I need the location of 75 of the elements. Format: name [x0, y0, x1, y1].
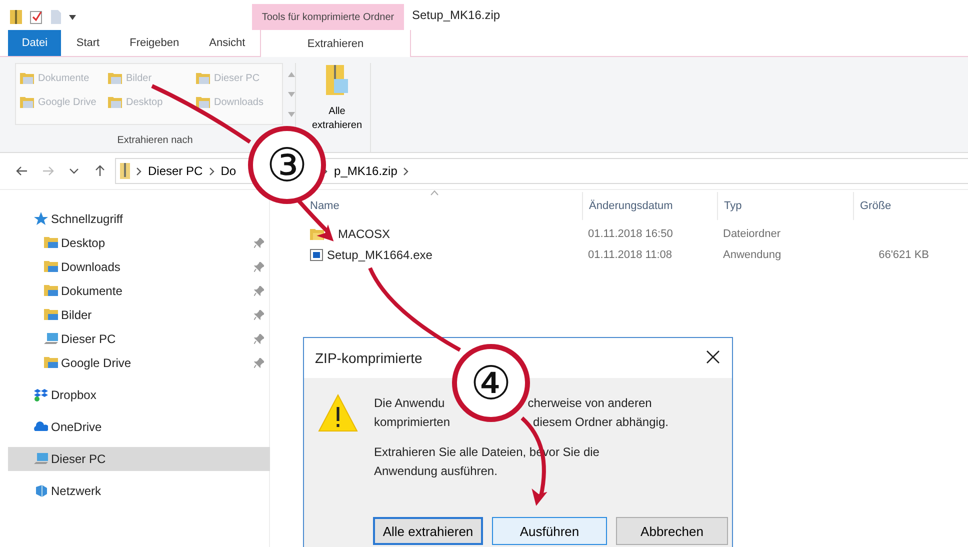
scroll-down-icon[interactable]: [288, 112, 295, 116]
dialog-button[interactable]: Abbrechen: [616, 517, 728, 545]
dialog-button[interactable]: Alle extrahieren: [373, 517, 483, 545]
message-text: komprimierten: [374, 414, 450, 431]
ribbon-tab[interactable]: Ansicht: [194, 30, 260, 56]
network-icon: [34, 484, 48, 498]
ribbon-tab[interactable]: Extrahieren: [260, 30, 411, 57]
ribbon-tab[interactable]: Freigeben: [114, 30, 194, 56]
folder-icon: [196, 72, 210, 84]
column-header[interactable]: Typ: [724, 200, 742, 212]
sidebar-item[interactable]: Bilder: [8, 303, 270, 327]
sidebar-item[interactable]: Dieser PC: [8, 327, 270, 351]
cloud-icon: [34, 420, 48, 434]
sidebar-item[interactable]: Netzwerk: [8, 479, 270, 503]
file-size: 66'621 KB: [878, 248, 930, 260]
pin-icon[interactable]: [254, 358, 264, 368]
message-text: Die Anwendu: [374, 395, 445, 412]
pin-icon[interactable]: [254, 238, 264, 248]
chevron-icon[interactable]: [208, 166, 215, 176]
ribbon-tab[interactable]: Datei: [8, 30, 62, 56]
ribbon-tab[interactable]: Start: [61, 30, 115, 56]
dropbox-icon: [34, 388, 48, 402]
chevron-icon[interactable]: [136, 166, 142, 176]
zip-folder-icon: [120, 163, 130, 179]
folder-icon: [108, 96, 122, 108]
folder-icon: [108, 72, 122, 84]
file-name: Setup_MK1664.exe: [308, 248, 582, 262]
scroll-down-icon[interactable]: [288, 92, 295, 96]
application-icon: [310, 248, 323, 260]
file-name: MACOSX: [308, 226, 582, 240]
column-header[interactable]: Größe: [860, 200, 892, 212]
computer-icon: [34, 452, 48, 466]
sidebar-item[interactable]: Desktop: [8, 231, 270, 255]
pin-icon[interactable]: [254, 334, 264, 344]
sidebar-item[interactable]: Dropbox: [8, 383, 270, 407]
folder-icon: [44, 308, 58, 322]
folder-icon: [20, 72, 34, 84]
context-tab-header: Tools für komprimierte Ordner: [252, 4, 404, 30]
chevron-icon[interactable]: [403, 166, 410, 176]
sidebar-item[interactable]: OneDrive: [8, 415, 270, 439]
file-type: Anwendung: [722, 248, 782, 260]
folder-icon: [44, 260, 58, 274]
star-icon: [34, 212, 48, 226]
pin-icon[interactable]: [254, 310, 264, 320]
sidebar-item[interactable]: Dieser PC: [8, 447, 270, 471]
dialog-title: ZIP-komprimierte: [315, 350, 422, 366]
pin-icon[interactable]: [254, 286, 264, 296]
sidebar-item[interactable]: Google Drive: [8, 351, 270, 375]
breadcrumb-item[interactable]: Do: [220, 164, 236, 178]
breadcrumb-item[interactable]: Dieser PC: [148, 164, 203, 178]
file-type: Dateiordner: [722, 228, 782, 240]
message-text: cherweise von anderen: [528, 395, 652, 412]
message-text: diesem Ordner abhängig.: [533, 414, 668, 431]
checkbox-icon[interactable]: [30, 10, 43, 24]
group-label: Extrahieren nach: [116, 135, 194, 148]
pin-icon[interactable]: [254, 262, 264, 272]
folder-icon: [44, 236, 58, 250]
window-title: Setup_MK16.zip: [411, 8, 500, 24]
warning-icon: [318, 394, 358, 432]
folder-icon: [20, 96, 34, 108]
folder-icon: [44, 284, 58, 298]
folder-icon: [196, 96, 210, 108]
breadcrumb-item[interactable]: p_MK16.zip: [334, 164, 398, 178]
modified-date: 01.11.2018 11:08: [587, 248, 674, 260]
computer-icon: [44, 332, 58, 346]
zip-folder-icon[interactable]: [10, 10, 22, 24]
dropdown-caret-icon[interactable]: [69, 14, 76, 20]
sidebar-item[interactable]: Dokumente: [8, 279, 270, 303]
scroll-up-icon[interactable]: [288, 72, 295, 76]
modified-date: 01.11.2018 16:50: [587, 228, 674, 240]
folder-icon: [44, 356, 58, 370]
dialog-button[interactable]: Ausführen: [492, 517, 607, 545]
column-header[interactable]: Änderungsdatum: [589, 200, 673, 212]
sidebar-item[interactable]: Schnellzugriff: [8, 207, 270, 231]
sidebar-item[interactable]: Downloads: [8, 255, 270, 279]
